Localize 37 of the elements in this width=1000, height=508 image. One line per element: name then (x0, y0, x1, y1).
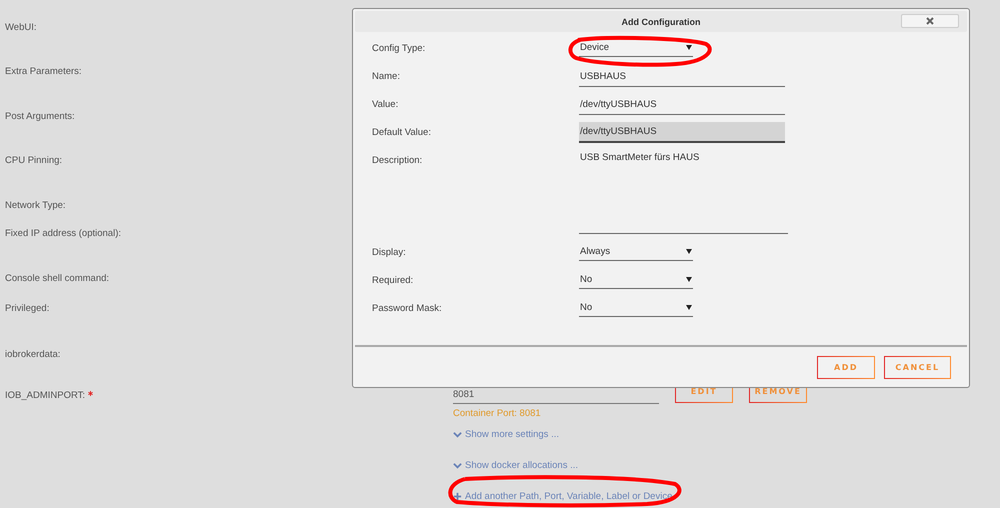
dropdown-arrow-icon (686, 44, 692, 50)
field-label: Description: (372, 155, 422, 166)
dropdown[interactable]: No (579, 270, 693, 289)
plus-icon (453, 492, 462, 501)
field-label: Default Value: (372, 127, 431, 138)
chevron-down-icon (453, 461, 462, 470)
dropdown-arrow-icon (686, 248, 692, 254)
field-label: Privileged: (5, 303, 50, 314)
field-label: Display: (372, 247, 406, 258)
field-label: Value: (372, 99, 398, 110)
text-field[interactable]: /dev/ttyUSBHAUS (579, 122, 785, 143)
field-label: Required: (372, 275, 414, 286)
field-label: Password Mask: (372, 303, 442, 314)
text-field[interactable]: /dev/ttyUSBHAUS (579, 94, 785, 115)
dropdown[interactable]: Device (579, 38, 693, 57)
close-button[interactable] (901, 14, 959, 28)
field-hint: Container Port: 8081 (453, 408, 542, 419)
field-label: CPU Pinning: (5, 155, 62, 166)
field-label: Extra Parameters: (5, 66, 82, 77)
dropdown-arrow-icon (686, 304, 692, 310)
field-label: Config Type: (372, 43, 426, 54)
field-label: Post Arguments: (5, 111, 75, 122)
field-label: Console shell command: (5, 273, 110, 284)
dropdown[interactable]: Always (579, 242, 693, 261)
field-label: Fixed IP address (optional): (5, 228, 121, 239)
field-label: WebUI: (5, 22, 37, 33)
field-label: Network Type: (5, 200, 66, 211)
description-field[interactable]: USB SmartMeter fürs HAUS (579, 150, 788, 234)
field-label: Name: (372, 71, 400, 82)
chevron-down-icon (453, 430, 462, 439)
dropdown-arrow-icon (686, 276, 692, 282)
field-label: iobrokerdata: (5, 349, 60, 360)
text-field[interactable]: USBHAUS (579, 66, 785, 87)
dropdown[interactable]: No (579, 298, 693, 317)
close-icon (926, 17, 934, 25)
dialog-title: Add Configuration (622, 16, 700, 26)
field-label: IOB_ADMINPORT: (5, 390, 86, 401)
